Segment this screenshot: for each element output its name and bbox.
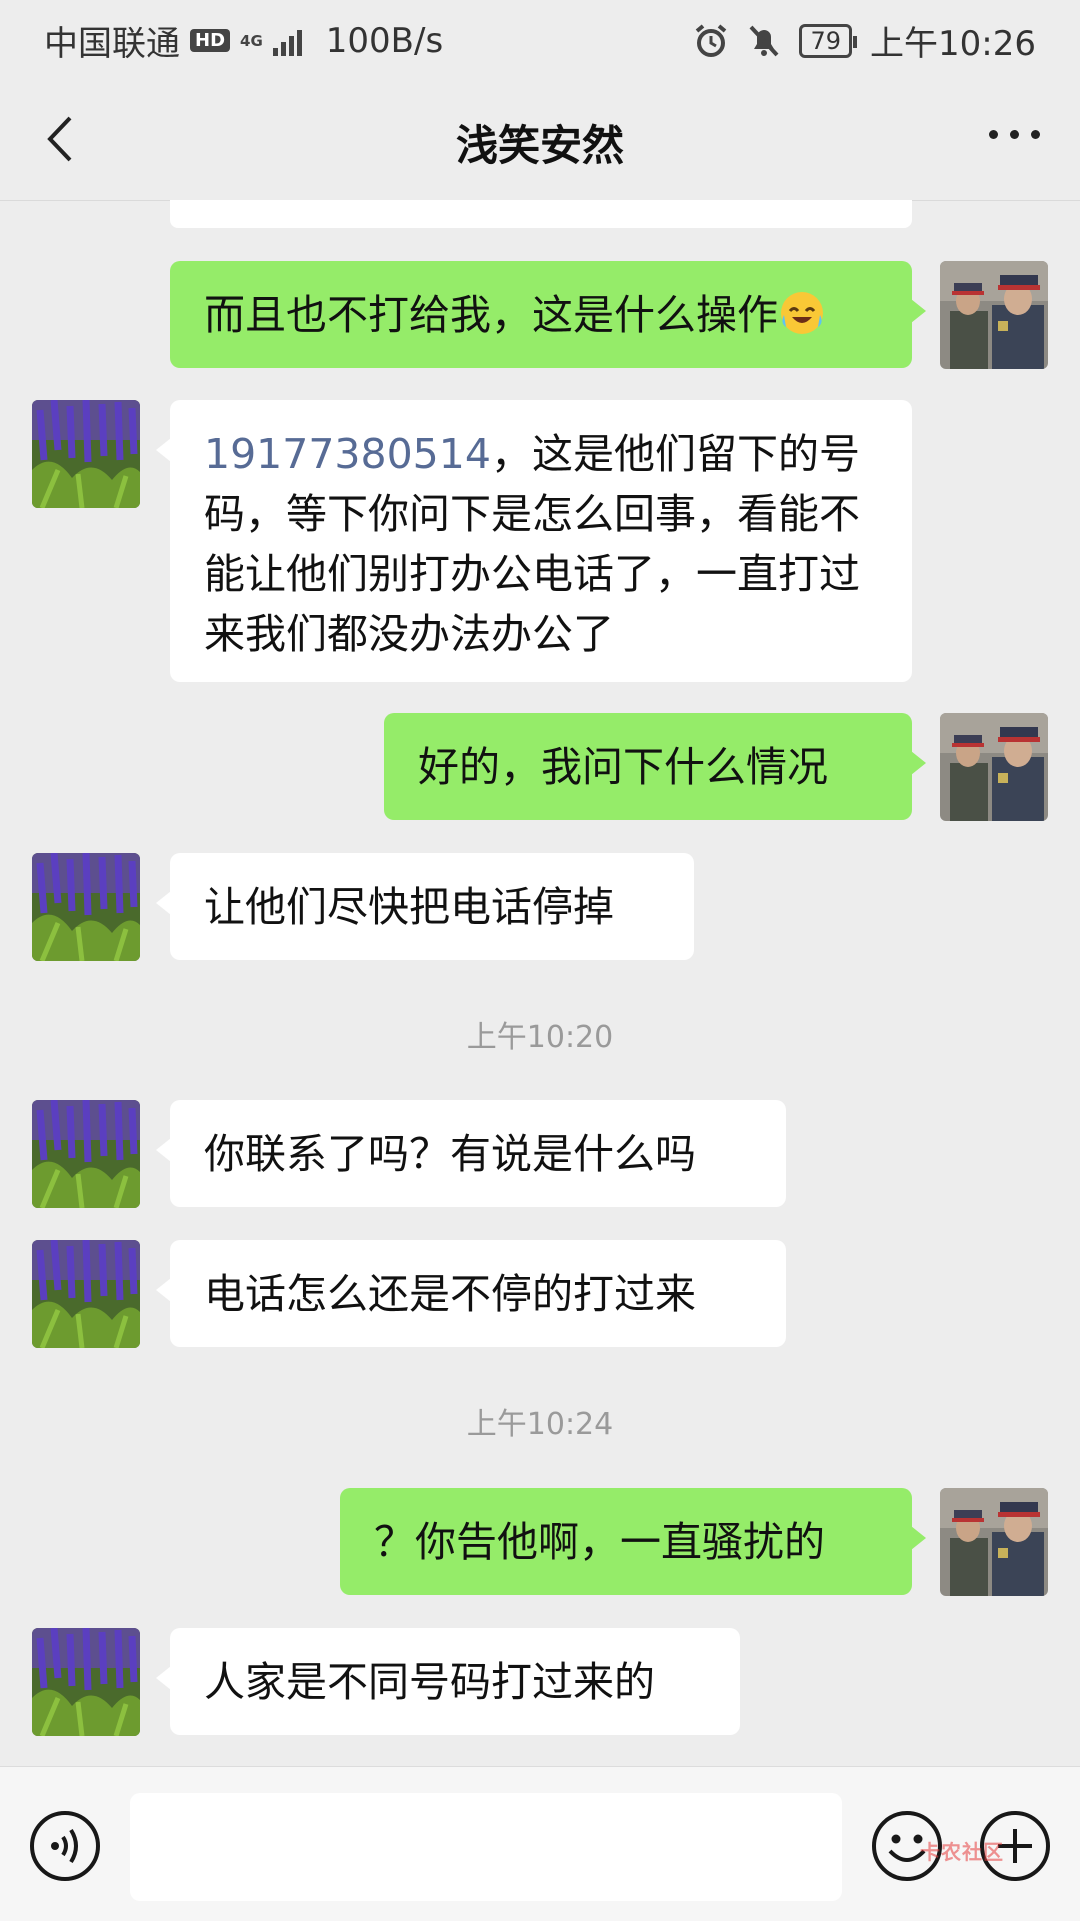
- message-text: 人家是不同号码打过来的: [204, 1658, 655, 1706]
- carrier-label: 中国联通: [44, 24, 180, 64]
- message-bubble-own[interactable]: ？你告他啊，一直骚扰的: [340, 1488, 926, 1595]
- message-text: ？你告他啊，一直骚扰的: [374, 1518, 825, 1566]
- network-type-icon: 4G: [240, 31, 263, 50]
- battery-icon: 79: [799, 23, 857, 58]
- message-bubble-own[interactable]: 而且也不打给我，这是什么操作: [170, 261, 926, 368]
- message-bubble-own[interactable]: 好的，我问下什么情况: [384, 713, 926, 820]
- message-bubble-contact[interactable]: 电话怎么还是不停的打过来: [156, 1240, 786, 1347]
- phone-number-link[interactable]: 19177380514: [204, 430, 491, 478]
- message-input[interactable]: [130, 1793, 842, 1901]
- avatar-contact[interactable]: [32, 1100, 140, 1208]
- message-text: 你联系了吗？有说是什么吗: [204, 1130, 696, 1178]
- more-dots-icon[interactable]: [989, 130, 1040, 139]
- message-bubble-contact[interactable]: 19177380514，这是他们留下的号码，等下你问下是怎么回事，看能不能让他们…: [156, 400, 912, 682]
- hd-badge: HD: [190, 29, 231, 52]
- message-timestamp: 上午10:20: [466, 1020, 614, 1055]
- avatar-own[interactable]: [940, 713, 1048, 821]
- message-text: 电话怎么还是不停的打过来: [204, 1270, 696, 1318]
- message-bubble-contact[interactable]: 让他们尽快把电话停掉: [156, 853, 694, 960]
- status-time: 上午10:26: [870, 24, 1036, 64]
- avatar-own[interactable]: [940, 261, 1048, 369]
- network-speed: 100B/s: [325, 20, 444, 61]
- message-text: 让他们尽快把电话停掉: [204, 883, 614, 931]
- avatar-contact[interactable]: [32, 400, 140, 508]
- input-bar: [0, 1766, 1080, 1921]
- laughing-crying-emoji-icon: [781, 292, 823, 334]
- mute-bell-icon: [750, 25, 779, 56]
- avatar-contact[interactable]: [32, 1628, 140, 1736]
- avatar-contact[interactable]: [32, 1240, 140, 1348]
- message-bubble-contact[interactable]: 你联系了吗？有说是什么吗: [156, 1100, 786, 1207]
- message-bubble-contact[interactable]: 人家是不同号码打过来的: [156, 1628, 740, 1735]
- message-text: 好的，我问下什么情况: [418, 743, 828, 791]
- avatar-own[interactable]: [940, 1488, 1048, 1596]
- chat-header: 浅笑安然: [0, 78, 1080, 201]
- message-list[interactable]: 而且也不打给我，这是什么操作 19177380514，这是他们留下的号码，等下你…: [0, 200, 1080, 1766]
- status-right: 79 上午10:26: [693, 16, 1036, 65]
- status-left: 中国联通 HD 4G 100B/s: [44, 16, 443, 65]
- signal-icon: [272, 26, 302, 56]
- alarm-icon: [696, 23, 727, 57]
- status-bar: 中国联通 HD 4G 100B/s 79 上午10:26: [0, 0, 1080, 78]
- avatar-contact[interactable]: [32, 853, 140, 961]
- voice-icon[interactable]: [28, 1809, 102, 1883]
- message-text: 而且也不打给我，这是什么操作: [204, 291, 778, 339]
- message-timestamp: 上午10:24: [466, 1407, 614, 1442]
- chat-title: 浅笑安然: [455, 121, 624, 170]
- watermark: 卡农社区: [920, 1840, 1004, 1864]
- partial-message-bubble: [170, 200, 912, 228]
